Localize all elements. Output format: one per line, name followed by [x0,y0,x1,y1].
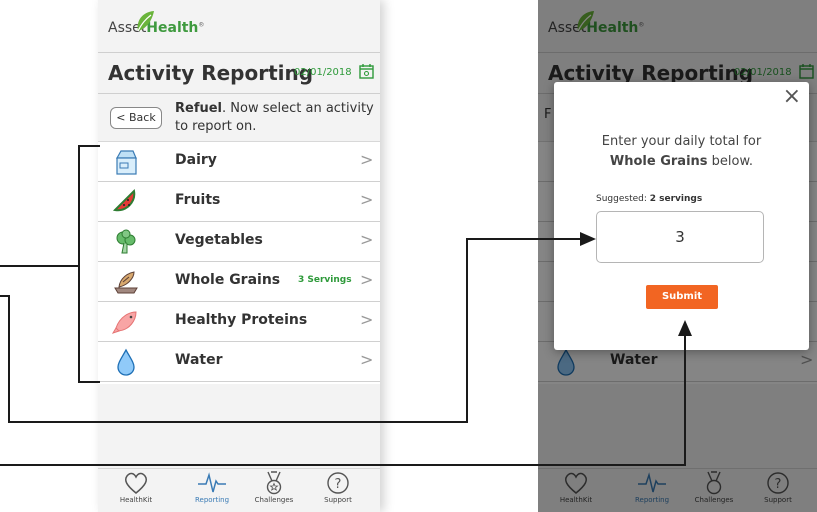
bracket-vertical-line [78,145,80,383]
submit-button[interactable]: Submit [646,285,718,309]
servings-input[interactable]: 3 [596,211,764,263]
activity-row-fruits[interactable]: Fruits > [98,182,380,222]
activity-label: Vegetables [175,232,263,248]
arrow-right-icon [580,232,596,246]
tab-label: Challenges [254,496,294,504]
activity-list: Dairy > Fruits > Vegetables > Whole Grai… [98,142,380,382]
empty-content-area [98,384,380,468]
tab-label: HealthKit [119,496,153,504]
activity-row-dairy[interactable]: Dairy > [98,142,380,182]
left-phone-screen: AssetHealth® Activity Reporting 02/01/20… [98,0,380,512]
arrow-up-icon [678,320,692,336]
leaf-icon [137,11,154,32]
medal-icon [266,471,282,495]
watermelon-icon [112,188,136,212]
instruction-text: Refuel. Now select an activity to report… [175,100,375,136]
chevron-right-icon: > [360,230,374,249]
suggested-servings: Suggested: 2 servings [596,194,702,204]
modal-prompt-activity: Whole Grains [609,154,708,169]
suggested-value: 2 servings [649,194,703,204]
back-button-label: Back [129,111,156,124]
calendar-icon[interactable] [359,63,374,79]
chevron-right-icon: > [360,190,374,209]
tab-reporting[interactable]: Reporting [182,471,242,504]
bread-icon [114,271,138,294]
activity-row-healthy-proteins[interactable]: Healthy Proteins > [98,302,380,342]
connector-line [0,464,686,466]
logo-registered-mark: ® [198,21,205,29]
activity-label: Water [175,352,223,368]
tab-label: Support [324,496,352,504]
pulse-icon [198,472,226,493]
bracket-bottom-line [78,381,100,383]
heart-icon [124,472,148,494]
modal-prompt-tail: below. [707,154,754,169]
chevron-right-icon: > [360,310,374,329]
assethealth-logo: AssetHealth® [108,20,204,36]
help-icon: ? [327,472,349,494]
activity-row-water[interactable]: Water > [98,342,380,382]
connector-line [8,295,10,423]
bottom-tab-bar: HealthKit Reporting Challenges ? Support [98,468,380,512]
fish-icon [112,311,137,334]
activity-label: Whole Grains [175,272,281,288]
bracket-top-line [78,145,100,147]
suggested-prefix: Suggested: [596,194,650,204]
activity-label: Dairy [175,152,217,168]
chevron-right-icon: > [360,150,374,169]
water-drop-icon [117,348,135,376]
connector-line [8,421,468,423]
title-row: Activity Reporting 02/01/2018 [98,52,380,94]
connector-line [466,238,584,240]
servings-entry-modal: × Enter your daily total for Whole Grain… [554,82,809,350]
activity-row-whole-grains[interactable]: Whole Grains 3 Servings > [98,262,380,302]
activity-row-vegetables[interactable]: Vegetables > [98,222,380,262]
tab-healthkit[interactable]: HealthKit [106,471,166,504]
close-icon[interactable]: × [783,86,801,108]
milk-carton-icon [115,150,137,175]
broccoli-icon [116,229,136,254]
tab-challenges[interactable]: Challenges [244,471,304,504]
activity-label: Fruits [175,192,221,208]
chevron-right-icon: > [360,270,374,289]
report-date[interactable]: 02/01/2018 [294,67,352,78]
page-title: Activity Reporting [108,61,314,85]
modal-prompt-line1: Enter your daily total for [601,134,762,149]
connector-line [684,334,686,466]
activity-label: Healthy Proteins [175,312,308,328]
instruction-bar: < Back Refuel. Now select an activity to… [98,97,380,142]
chevron-right-icon: > [360,350,374,369]
servings-badge: 3 Servings [298,275,352,285]
right-phone-screen: AssetHealth® Activity Reporting 02/01/20… [538,0,817,512]
tab-label: Reporting [194,496,230,504]
bracket-lead-line [0,265,79,267]
instruction-bold: Refuel [175,101,223,116]
modal-prompt: Enter your daily total for Whole Grains … [554,132,809,172]
connector-line [466,238,468,423]
svg-text:?: ? [335,477,342,492]
back-button[interactable]: < Back [110,107,162,129]
tab-support[interactable]: ? Support [308,471,368,504]
app-header: AssetHealth® Activity Reporting 02/01/20… [98,0,380,97]
